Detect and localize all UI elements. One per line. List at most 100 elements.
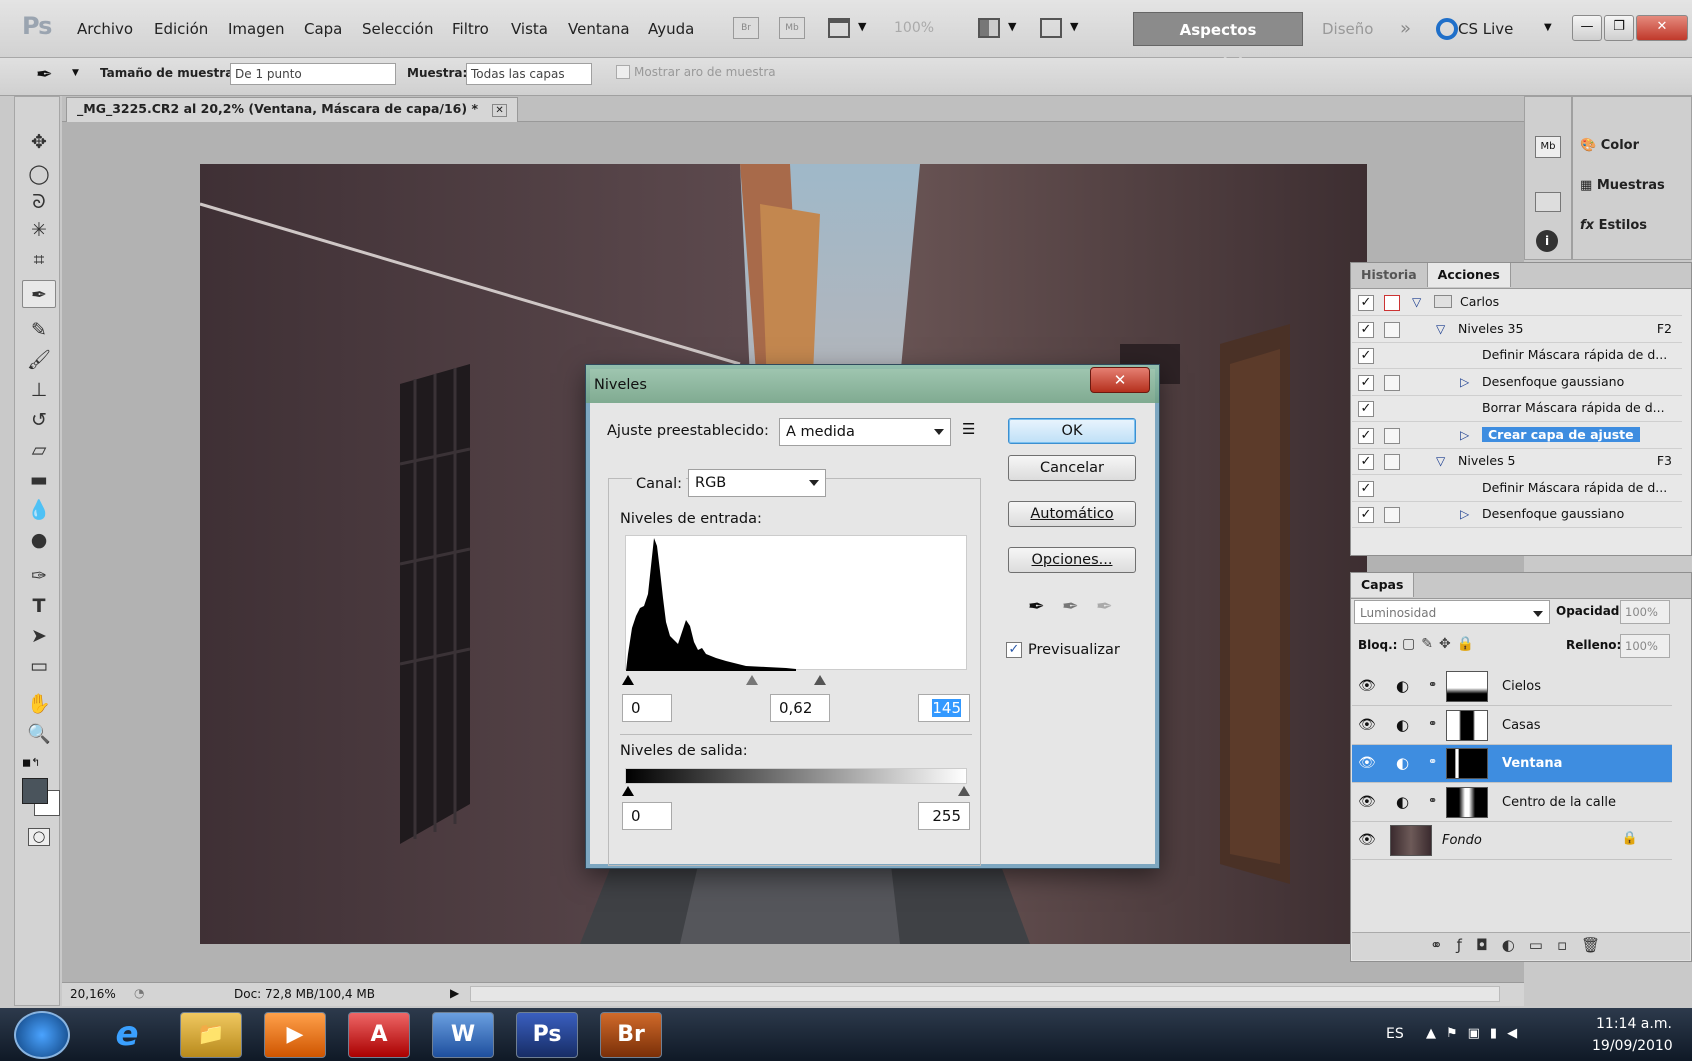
bridge-taskbar-icon[interactable]: Br — [600, 1012, 662, 1058]
acrobat-icon[interactable]: A — [348, 1012, 410, 1058]
disclosure-triangle-icon[interactable]: ▷ — [1460, 507, 1469, 521]
word-icon[interactable]: W — [432, 1012, 494, 1058]
layer-thumbnail[interactable] — [1446, 709, 1488, 741]
chevron-down-icon[interactable]: ▼ — [1544, 22, 1552, 33]
toggle-dialog-icon[interactable] — [1384, 295, 1400, 311]
show-sampling-ring-checkbox[interactable] — [616, 65, 630, 79]
healing-brush-tool-icon[interactable]: ✎ — [22, 316, 56, 344]
history-brush-tool-icon[interactable]: ↺ — [22, 406, 56, 434]
zoom-tool-icon[interactable]: 🔍 — [22, 720, 56, 748]
foreground-color-swatch[interactable] — [22, 778, 48, 804]
input-black-slider[interactable] — [622, 675, 634, 685]
action-row[interactable]: ✓ ▽ Niveles 5 F3 — [1352, 449, 1682, 475]
chevron-down-icon[interactable]: ▼ — [72, 68, 79, 78]
disclosure-triangle-icon[interactable]: ▷ — [1460, 375, 1469, 389]
channel-select[interactable]: RGB — [688, 469, 826, 497]
menu-archivo[interactable]: Archivo — [77, 20, 133, 38]
layer-thumbnail[interactable] — [1446, 671, 1488, 702]
input-gamma-field[interactable]: 0,62 — [770, 694, 830, 722]
output-black-slider[interactable] — [622, 786, 634, 796]
menu-edicion[interactable]: Edición — [154, 20, 208, 38]
fill-field[interactable]: 100% — [1620, 634, 1670, 658]
options-button[interactable]: Opciones... — [1008, 547, 1136, 573]
white-point-eyedropper-icon[interactable]: ✒ — [1096, 594, 1113, 618]
path-selection-tool-icon[interactable]: ➤ — [22, 622, 56, 650]
link-chain-icon[interactable]: ⚭ — [1428, 794, 1437, 807]
histogram-panel-icon[interactable] — [1535, 192, 1561, 212]
layer-row[interactable]: 👁 ◐ ⚭ Ventana — [1352, 745, 1672, 783]
lasso-tool-icon[interactable]: ᘐ — [22, 188, 56, 216]
toggle-dialog-icon[interactable] — [1384, 454, 1400, 470]
tab-capas[interactable]: Capas — [1351, 573, 1415, 597]
menu-capa[interactable]: Capa — [304, 20, 342, 38]
eyedropper-tool-preset-icon[interactable]: ✒ — [36, 62, 53, 86]
action-enabled-checkbox[interactable]: ✓ — [1358, 507, 1374, 523]
media-player-icon[interactable]: ▶ — [264, 1012, 326, 1058]
status-info-icon[interactable]: ◔ — [134, 986, 144, 1000]
hand-tool-icon[interactable]: ✋ — [22, 690, 56, 718]
status-menu-arrow-icon[interactable]: ▶ — [450, 986, 459, 1000]
blend-mode-select[interactable]: Luminosidad — [1354, 600, 1550, 624]
toggle-dialog-icon[interactable] — [1384, 507, 1400, 523]
chevron-down-icon[interactable]: ▼ — [858, 20, 866, 33]
gray-point-eyedropper-icon[interactable]: ✒ — [1062, 594, 1079, 618]
black-point-eyedropper-icon[interactable]: ✒ — [1028, 594, 1045, 618]
dodge-tool-icon[interactable]: ● — [22, 526, 56, 554]
chevron-down-icon[interactable]: ▼ — [1070, 20, 1078, 33]
zoom-level-field[interactable]: 100% — [894, 20, 934, 36]
photoshop-taskbar-icon[interactable]: Ps — [516, 1012, 578, 1058]
input-black-field[interactable]: 0 — [622, 694, 672, 722]
view-extras-icon[interactable] — [828, 18, 850, 38]
more-workspaces-icon[interactable]: » — [1400, 18, 1411, 39]
sample-layers-select[interactable]: Todas las capas — [466, 63, 592, 85]
lock-icons[interactable]: ▢✎✥🔒 — [1402, 636, 1480, 652]
input-white-field[interactable]: 145 — [918, 694, 970, 722]
opacity-field[interactable]: 100% — [1620, 600, 1670, 624]
action-enabled-checkbox[interactable]: ✓ — [1358, 321, 1374, 338]
disclosure-triangle-icon[interactable]: ▽ — [1412, 295, 1421, 309]
action-row[interactable]: ✓ ▷ Desenfoque gaussiano — [1352, 370, 1682, 396]
disclosure-triangle-icon[interactable]: ▽ — [1436, 454, 1445, 468]
layer-thumbnail[interactable] — [1446, 786, 1488, 818]
layer-row[interactable]: 👁 ◐ ⚭ Casas — [1352, 707, 1672, 745]
layer-thumbnail[interactable] — [1390, 825, 1432, 856]
eraser-tool-icon[interactable]: ▱ — [22, 436, 56, 464]
file-explorer-icon[interactable]: 📁 — [180, 1012, 242, 1058]
menu-ventana[interactable]: Ventana — [568, 20, 630, 38]
link-chain-icon[interactable]: ⚭ — [1428, 755, 1437, 768]
action-enabled-checkbox[interactable]: ✓ — [1358, 374, 1374, 391]
link-chain-icon[interactable]: ⚭ — [1428, 717, 1437, 730]
start-button[interactable] — [14, 1011, 70, 1059]
gradient-tool-icon[interactable]: ▬ — [22, 466, 56, 494]
crop-tool-icon[interactable]: ⌗ — [22, 246, 56, 274]
action-row[interactable]: ✓ ▷ Desenfoque gaussiano — [1352, 502, 1682, 528]
input-gamma-slider[interactable] — [746, 675, 758, 685]
zoom-percentage[interactable]: 20,16% — [70, 987, 116, 1001]
minimize-button[interactable]: — — [1572, 15, 1602, 41]
menu-seleccion[interactable]: Selección — [362, 20, 434, 38]
toggle-dialog-icon[interactable] — [1384, 374, 1400, 391]
minibridge-panel-icon[interactable]: Mb — [1535, 136, 1561, 158]
action-row[interactable]: ✓ ▽ Carlos — [1352, 290, 1682, 316]
auto-button[interactable]: Automático — [1008, 501, 1136, 527]
disclosure-triangle-icon[interactable]: ▽ — [1436, 322, 1445, 336]
arrange-documents-icon[interactable] — [978, 18, 1000, 38]
toggle-dialog-icon[interactable] — [1384, 321, 1400, 338]
action-enabled-checkbox[interactable]: ✓ — [1358, 454, 1374, 470]
info-panel-icon[interactable]: i — [1536, 230, 1558, 252]
visibility-eye-icon[interactable]: 👁 — [1358, 678, 1376, 694]
blur-tool-icon[interactable]: 💧 — [22, 496, 56, 524]
screen-mode-icon[interactable] — [1040, 18, 1062, 38]
action-row[interactable]: ✓ ▷ Crear capa de ajuste — [1352, 423, 1682, 449]
move-tool-icon[interactable]: ✥ — [22, 128, 56, 156]
action-row[interactable]: ✓ ▽ Niveles 35 F2 — [1352, 317, 1682, 343]
brush-tool-icon[interactable]: 🖌 — [22, 346, 56, 374]
action-enabled-checkbox[interactable]: ✓ — [1358, 401, 1374, 417]
minibridge-launch-icon[interactable]: Mb — [779, 17, 805, 39]
output-white-slider[interactable] — [958, 786, 970, 796]
eyedropper-tool-icon[interactable]: ✒ — [22, 280, 56, 308]
toggle-dialog-icon[interactable] — [1384, 427, 1400, 444]
action-enabled-checkbox[interactable]: ✓ — [1358, 295, 1374, 311]
layer-row[interactable]: 👁 Fondo 🔒 — [1352, 822, 1672, 860]
quick-selection-tool-icon[interactable]: ✳ — [22, 216, 56, 244]
